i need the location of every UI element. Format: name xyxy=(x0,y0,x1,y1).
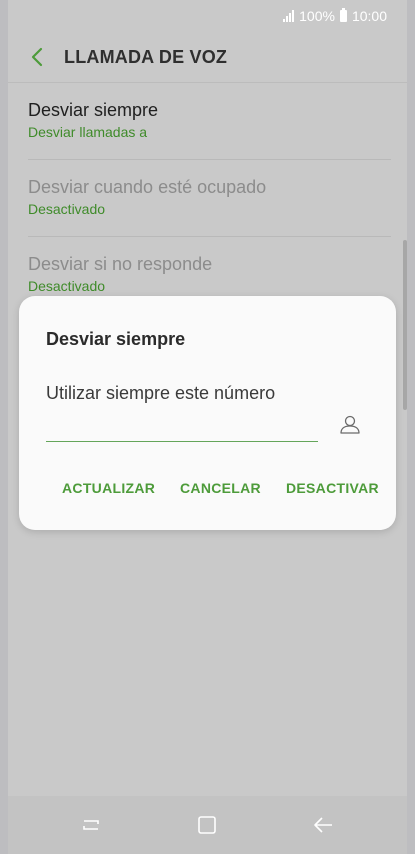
recent-apps-icon xyxy=(83,820,99,830)
setting-subtitle: Desactivado xyxy=(28,201,106,217)
navigation-bar xyxy=(8,796,407,854)
clock: 10:00 xyxy=(351,8,387,24)
setting-title: Desviar siempre xyxy=(28,100,159,120)
scrollbar[interactable] xyxy=(403,240,407,410)
setting-always-forward[interactable]: Desviar siempre Desviar llamadas a xyxy=(8,83,407,160)
contact-picker-button[interactable] xyxy=(337,411,363,437)
cancel-button[interactable]: CANCELAR xyxy=(180,480,261,496)
forward-always-dialog: Desviar siempre Utilizar siempre este nú… xyxy=(19,296,396,530)
setting-title: Desviar si no responde xyxy=(28,254,213,274)
phone-number-input[interactable] xyxy=(46,411,318,442)
contact-icon xyxy=(340,415,360,434)
setting-title: Desviar cuando esté ocupado xyxy=(28,177,267,197)
status-bar: 100% 10:00 xyxy=(8,0,407,32)
settings-list: Desviar siempre Desviar llamadas a Desvi… xyxy=(8,83,407,314)
home-icon xyxy=(198,816,216,834)
setting-subtitle: Desactivado xyxy=(28,278,106,294)
update-button[interactable]: ACTUALIZAR xyxy=(62,480,155,496)
back-button[interactable] xyxy=(14,32,60,82)
recent-apps-button[interactable] xyxy=(78,812,104,838)
phone-screen: 100% 10:00 LLAMADA DE VOZ Desviar siempr… xyxy=(8,0,407,854)
dialog-actions: ACTUALIZAR CANCELAR DESACTIVAR xyxy=(19,480,396,504)
page-title: LLAMADA DE VOZ xyxy=(64,46,228,67)
battery-percentage: 100% xyxy=(299,8,335,24)
deactivate-button[interactable]: DESACTIVAR xyxy=(286,480,379,496)
app-bar: LLAMADA DE VOZ xyxy=(8,32,407,83)
setting-subtitle: Desviar llamadas a xyxy=(28,124,148,140)
dialog-label: Utilizar siempre este número xyxy=(46,383,276,403)
back-arrow-icon xyxy=(314,817,332,833)
signal-icon xyxy=(283,10,295,22)
home-button[interactable] xyxy=(194,812,220,838)
setting-forward-when-busy[interactable]: Desviar cuando esté ocupado Desactivado xyxy=(8,160,407,237)
battery-icon xyxy=(339,8,347,22)
system-back-button[interactable] xyxy=(310,812,336,838)
chevron-left-icon xyxy=(31,47,43,67)
dialog-title: Desviar siempre xyxy=(46,329,186,349)
